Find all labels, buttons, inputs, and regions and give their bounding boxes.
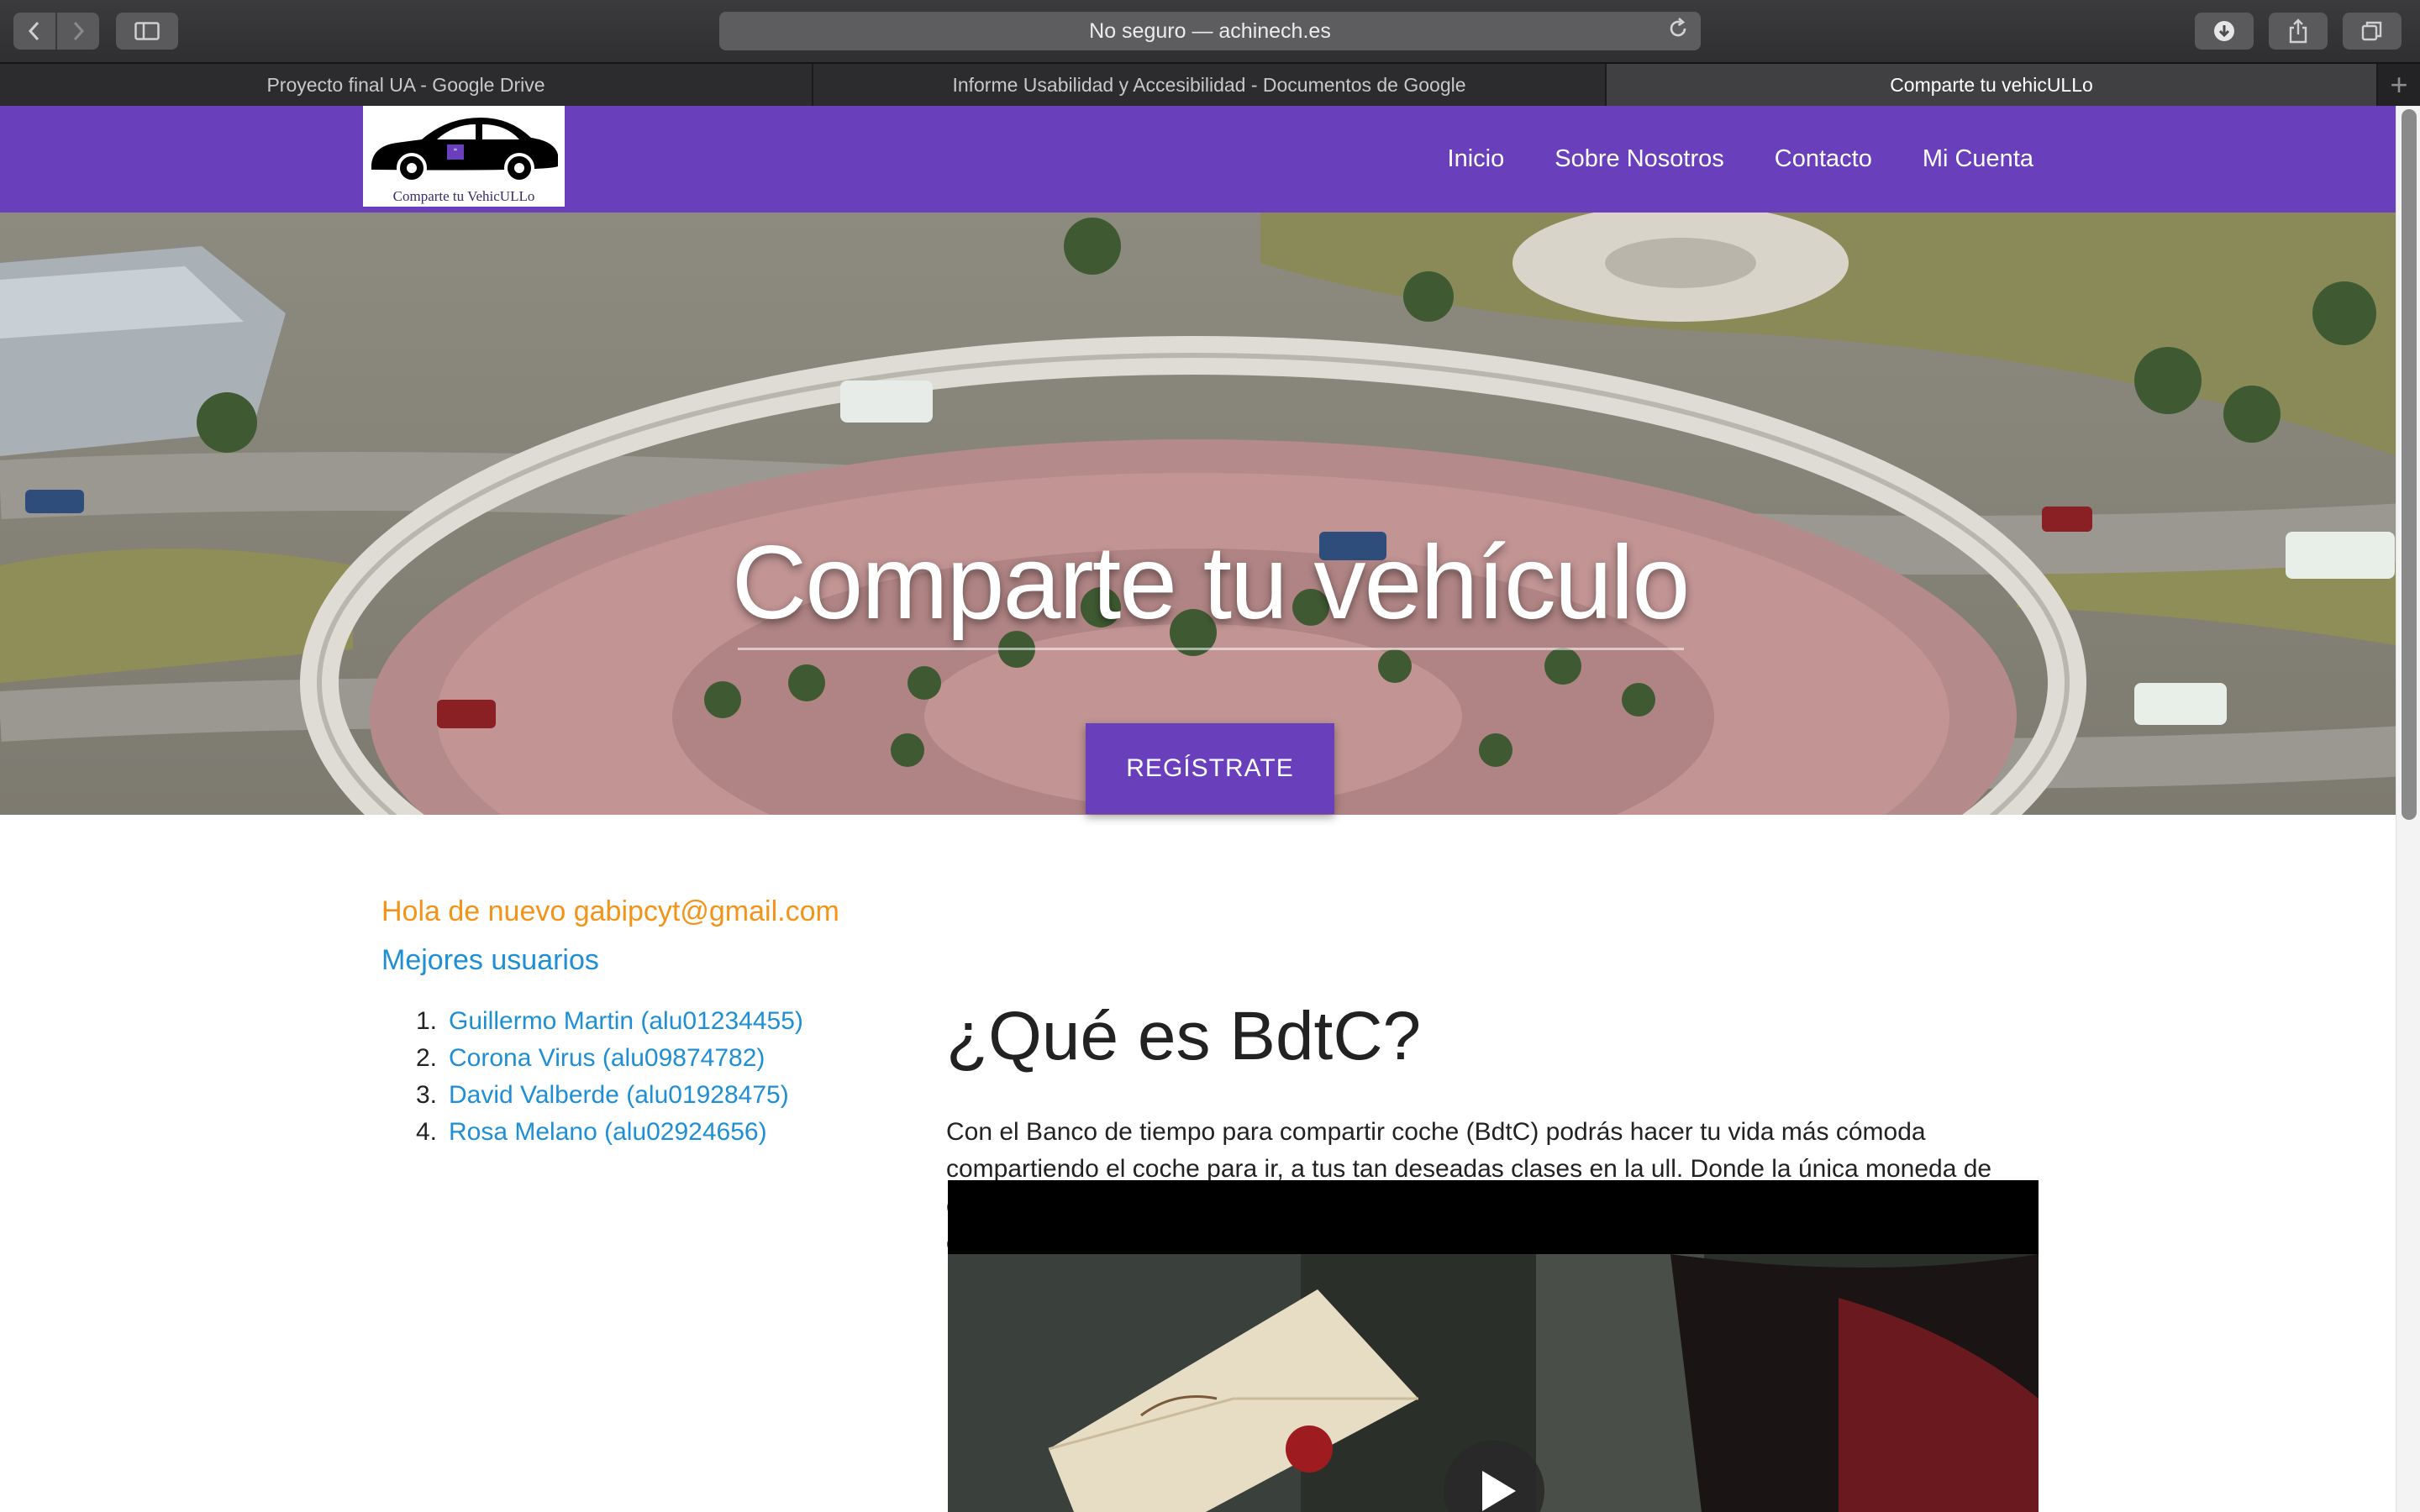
back-button[interactable]	[13, 13, 55, 50]
hero-title: Comparte tu vehículo	[731, 525, 1691, 641]
page-viewport: “ Comparte tu VehicULLo Inicio Sobre Nos…	[0, 106, 2420, 1512]
list-item: 4. Rosa Melano (alu02924656)	[381, 1114, 886, 1151]
address-text: No seguro — achinech.es	[1089, 18, 1331, 43]
tab-overview-button[interactable]	[2343, 13, 2402, 50]
chevron-left-icon	[28, 21, 39, 41]
history-nav	[13, 13, 99, 50]
tab-google-drive[interactable]: Proyecto final UA - Google Drive	[0, 64, 813, 106]
hero-title-underline	[738, 648, 1684, 650]
sidebar-icon	[134, 22, 160, 40]
tab-informe-usabilidad[interactable]: Informe Usabilidad y Accesibilidad - Doc…	[813, 64, 1607, 106]
list-item: 3. David Valberde (alu01928475)	[381, 1077, 886, 1114]
download-icon	[2214, 21, 2234, 41]
section-heading: ¿Qué es BdtC?	[946, 998, 1422, 1074]
user-link[interactable]: Corona Virus (alu09874782)	[449, 1044, 765, 1073]
nav-mi-cuenta[interactable]: Mi Cuenta	[1923, 145, 2033, 173]
address-bar[interactable]: No seguro — achinech.es	[719, 12, 1701, 50]
vertical-scrollbar[interactable]	[2396, 106, 2420, 1512]
tab-label: Comparte tu vehicULLo	[1890, 73, 2093, 96]
reload-icon[interactable]	[1667, 17, 1689, 47]
tab-label: Proyecto final UA - Google Drive	[266, 73, 545, 96]
user-sidebar: Hola de nuevo gabipcyt@gmail.com Mejores…	[381, 895, 886, 1151]
tab-label: Informe Usabilidad y Accesibilidad - Doc…	[952, 73, 1466, 96]
best-users-title[interactable]: Mejores usuarios	[381, 944, 886, 986]
list-item: 1. Guillermo Martin (alu01234455)	[381, 1003, 886, 1040]
nav-inicio[interactable]: Inicio	[1448, 145, 1505, 173]
main-nav: Inicio Sobre Nosotros Contacto Mi Cuenta	[1397, 106, 2033, 213]
list-number: 3.	[415, 1081, 437, 1109]
sidebar-toggle-button[interactable]	[116, 13, 178, 50]
list-number: 1.	[415, 1007, 437, 1035]
list-number: 2.	[415, 1044, 437, 1072]
tabs-overview-icon	[2361, 21, 2382, 41]
nav-sobre-nosotros[interactable]: Sobre Nosotros	[1555, 145, 1724, 173]
chevron-right-icon	[73, 21, 85, 41]
share-button[interactable]	[2269, 13, 2328, 50]
user-link[interactable]: Rosa Melano (alu02924656)	[449, 1118, 767, 1147]
register-button[interactable]: REGÍSTRATE	[1086, 723, 1334, 814]
play-icon	[1482, 1471, 1516, 1511]
best-users-list: 1. Guillermo Martin (alu01234455) 2. Cor…	[381, 1003, 886, 1151]
tab-bar: Proyecto final UA - Google Drive Informe…	[0, 62, 2420, 106]
share-icon	[2289, 18, 2307, 44]
greeting-text: Hola de nuevo gabipcyt@gmail.com	[381, 895, 839, 927]
downloads-button[interactable]	[2195, 13, 2254, 50]
car-logo-icon: “	[371, 118, 558, 183]
user-link[interactable]: Guillermo Martin (alu01234455)	[449, 1007, 803, 1036]
video-player[interactable]	[948, 1180, 2039, 1512]
site-navbar: “ Comparte tu VehicULLo Inicio Sobre Nos…	[0, 106, 2420, 213]
user-link[interactable]: David Valberde (alu01928475)	[449, 1081, 789, 1110]
new-tab-button[interactable]: +	[2378, 64, 2420, 106]
tab-comparte-vehicullo[interactable]: Comparte tu vehicULLo	[1607, 64, 2378, 106]
scrollbar-thumb[interactable]	[2402, 109, 2417, 820]
plus-icon: +	[2390, 67, 2408, 102]
svg-text:“: “	[454, 146, 457, 158]
list-item: 2. Corona Virus (alu09874782)	[381, 1040, 886, 1077]
logo-text: Comparte tu VehicULLo	[392, 188, 535, 204]
site-logo[interactable]: “ Comparte tu VehicULLo	[363, 106, 565, 207]
browser-toolbar: No seguro — achinech.es	[0, 0, 2420, 62]
nav-contacto[interactable]: Contacto	[1775, 145, 1872, 173]
forward-button[interactable]	[55, 13, 99, 50]
list-number: 4.	[415, 1118, 437, 1146]
